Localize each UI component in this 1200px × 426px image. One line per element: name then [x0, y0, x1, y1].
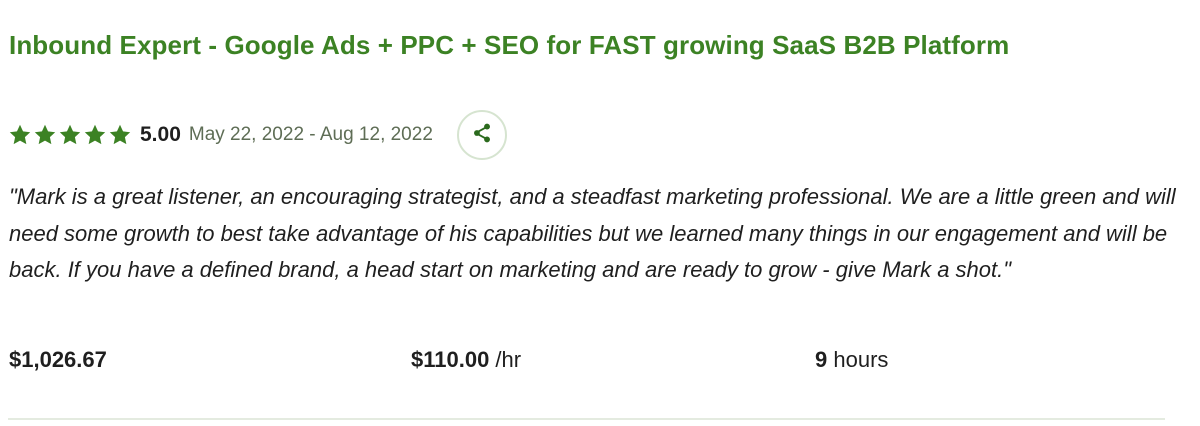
star-rating — [8, 123, 132, 147]
hours-label: hours — [827, 347, 889, 372]
star-icon — [33, 123, 57, 147]
work-history-item: Inbound Expert - Google Ads + PPC + SEO … — [0, 0, 1200, 426]
contract-stats: $1,026.67 $110.00 /hr 9 hours — [0, 347, 1200, 377]
star-icon — [108, 123, 132, 147]
hourly-rate-amount: $110.00 — [411, 347, 490, 372]
star-icon — [58, 123, 82, 147]
total-earned: $1,026.67 — [9, 347, 107, 372]
client-review-text: "Mark is a great listener, an encouragin… — [9, 184, 1176, 282]
star-icon — [8, 123, 32, 147]
hours-count: 9 — [815, 347, 828, 372]
share-button[interactable] — [456, 110, 507, 160]
contract-date-range: May 22, 2022 - Aug 12, 2022 — [188, 124, 433, 145]
rating-row: 5.00 May 22, 2022 - Aug 12, 2022 — [8, 108, 507, 162]
share-icon — [471, 122, 493, 149]
hours-worked: 9 hours — [815, 347, 888, 373]
rating-value: 5.00 — [140, 123, 181, 146]
star-icon — [83, 123, 107, 147]
job-title-link[interactable]: Inbound Expert - Google Ads + PPC + SEO … — [9, 30, 1009, 61]
divider — [8, 418, 1165, 420]
hourly-rate-unit: /hr — [489, 347, 522, 372]
hourly-rate: $110.00 /hr — [411, 347, 521, 373]
